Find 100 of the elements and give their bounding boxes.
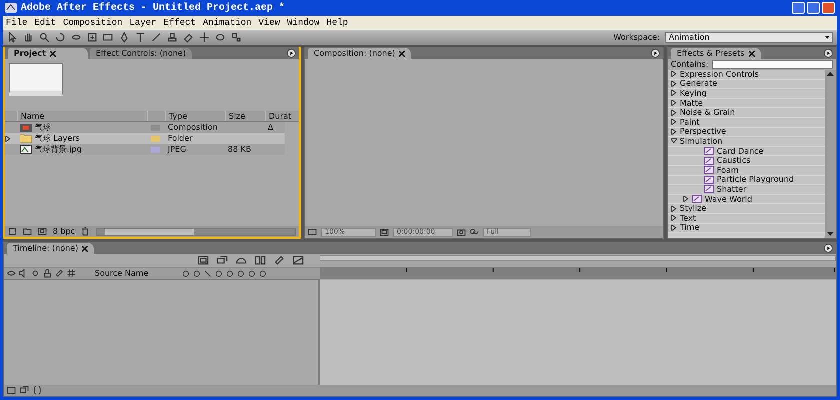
category-row[interactable]: Paint bbox=[668, 118, 825, 128]
close-icon[interactable] bbox=[82, 246, 88, 252]
column-header[interactable]: Name bbox=[17, 111, 147, 121]
preset-row[interactable]: Particle Playground bbox=[668, 176, 825, 186]
braces-icon[interactable] bbox=[33, 386, 42, 395]
camera-orbit-icon[interactable] bbox=[71, 32, 82, 43]
preset-row[interactable]: Foam bbox=[668, 166, 825, 176]
preset-row[interactable]: Card Dance bbox=[668, 146, 825, 156]
lock-icon[interactable] bbox=[43, 269, 52, 278]
slash-icon[interactable] bbox=[204, 270, 212, 278]
pill-icon[interactable] bbox=[274, 255, 285, 266]
panel-tab[interactable]: Project bbox=[8, 48, 88, 59]
menu-item[interactable]: Composition bbox=[63, 18, 123, 28]
preset-label: Caustics bbox=[717, 156, 751, 166]
type-cell-text: JPEG bbox=[166, 145, 188, 154]
panel-tab[interactable]: Effects & Presets bbox=[671, 48, 761, 59]
expand-triangle-icon[interactable] bbox=[671, 80, 677, 87]
category-row[interactable]: Expression Controls bbox=[668, 70, 825, 80]
scroll-down-icon[interactable] bbox=[826, 230, 835, 238]
panel-menu-icon[interactable] bbox=[824, 48, 833, 58]
expand-triangle-icon[interactable] bbox=[671, 100, 677, 106]
panel-menu-icon[interactable] bbox=[287, 48, 296, 58]
close-icon[interactable] bbox=[50, 50, 56, 56]
project-row[interactable]: 气球 Composition Δ bbox=[5, 122, 285, 133]
rotate-icon[interactable] bbox=[55, 32, 66, 43]
menu-item[interactable]: Effect bbox=[164, 18, 196, 28]
category-row[interactable]: Matte bbox=[668, 98, 825, 108]
expand-triangle-icon[interactable] bbox=[671, 110, 677, 116]
eye-icon[interactable] bbox=[7, 269, 16, 278]
dome-icon[interactable] bbox=[236, 255, 247, 266]
label-tag-icon[interactable] bbox=[55, 269, 64, 278]
zoom-icon[interactable] bbox=[39, 32, 50, 43]
column-header[interactable]: Size bbox=[225, 111, 265, 121]
category-label: Simulation bbox=[680, 136, 723, 146]
column-header[interactable]: Durat bbox=[265, 111, 295, 121]
preset-row[interactable]: Shatter bbox=[668, 185, 825, 195]
preset-row[interactable]: Wave World bbox=[668, 194, 825, 204]
stacked-layers-icon[interactable] bbox=[217, 255, 228, 266]
camera-icon[interactable] bbox=[457, 228, 466, 236]
expand-triangle-icon[interactable] bbox=[671, 90, 677, 96]
pen-icon[interactable] bbox=[119, 32, 130, 43]
category-row[interactable]: Time bbox=[668, 224, 825, 234]
expand-triangle-icon[interactable] bbox=[671, 128, 677, 135]
category-row[interactable]: Simulation bbox=[668, 137, 825, 147]
expand-triangle-icon[interactable] bbox=[671, 119, 677, 126]
horizontal-scrollbar[interactable] bbox=[96, 228, 296, 236]
expand-triangle-icon[interactable] bbox=[671, 215, 677, 222]
project-row[interactable]: 气球 Layers Folder bbox=[5, 133, 285, 144]
maximize-button[interactable] bbox=[807, 2, 820, 14]
category-row[interactable]: Stylize bbox=[668, 204, 825, 214]
menu-item[interactable]: Edit bbox=[34, 18, 56, 28]
hash-icon[interactable] bbox=[67, 269, 76, 278]
category-row[interactable]: Text bbox=[668, 214, 825, 224]
expand-triangle-icon[interactable] bbox=[671, 224, 677, 231]
expand-triangle-icon[interactable] bbox=[671, 71, 677, 78]
category-row[interactable]: Generate bbox=[668, 80, 825, 90]
preset-row[interactable]: Caustics bbox=[668, 156, 825, 166]
eraser-icon[interactable] bbox=[183, 32, 194, 43]
menu-item[interactable]: View bbox=[258, 18, 280, 28]
expand-triangle-icon[interactable] bbox=[683, 196, 689, 202]
category-row[interactable]: Keying bbox=[668, 89, 825, 99]
selection-arrow-icon[interactable] bbox=[7, 32, 18, 43]
menu-item[interactable]: Help bbox=[326, 18, 348, 28]
type-icon[interactable] bbox=[135, 32, 146, 43]
category-row[interactable]: Perspective bbox=[668, 128, 825, 138]
expand-triangle-icon[interactable] bbox=[5, 136, 11, 142]
film-frames-icon[interactable] bbox=[255, 255, 266, 266]
menu-item[interactable]: Window bbox=[287, 18, 320, 28]
new-folder-icon[interactable] bbox=[23, 227, 32, 236]
close-button[interactable] bbox=[822, 2, 835, 14]
column-header[interactable]: Source Name bbox=[95, 269, 149, 278]
collapse-triangle-icon[interactable] bbox=[671, 138, 677, 144]
close-icon[interactable] bbox=[399, 50, 406, 56]
panel-tab[interactable]: Effect Controls: (none) bbox=[90, 48, 192, 59]
project-row[interactable]: 气球背景.jpg JPEG 88 KB bbox=[5, 144, 285, 155]
menu-item[interactable]: File bbox=[6, 18, 28, 28]
panel-tab[interactable]: Composition: (none) bbox=[308, 48, 412, 59]
menu-item[interactable]: Layer bbox=[130, 18, 157, 28]
rectangle-icon[interactable] bbox=[103, 32, 114, 43]
close-icon[interactable] bbox=[748, 50, 755, 56]
menu-item[interactable]: Animation bbox=[203, 18, 252, 28]
hand-icon[interactable] bbox=[23, 32, 34, 43]
workspace-dropdown[interactable]: Animation bbox=[665, 32, 833, 43]
category-row[interactable]: Noise & Grain bbox=[668, 108, 825, 118]
window-title: Adobe After Effects - Untitled Project.aep * bbox=[21, 2, 286, 14]
solo-icon[interactable] bbox=[31, 269, 40, 278]
graph-editor-icon[interactable] bbox=[293, 255, 304, 266]
vertical-scrollbar[interactable] bbox=[825, 70, 836, 238]
minimize-button[interactable] bbox=[792, 2, 805, 14]
monitor-icon[interactable] bbox=[308, 228, 317, 236]
search-field[interactable] bbox=[712, 60, 833, 69]
clone-stamp-icon[interactable] bbox=[167, 32, 178, 43]
bit-depth-label[interactable]: 8 bpc bbox=[53, 227, 76, 236]
safe-margins-icon[interactable] bbox=[380, 228, 389, 236]
column-header[interactable]: Type bbox=[165, 111, 225, 121]
panel-menu-icon[interactable] bbox=[651, 48, 660, 58]
trash-icon[interactable] bbox=[81, 227, 90, 236]
expand-triangle-icon[interactable] bbox=[671, 206, 677, 212]
panel-tab[interactable]: Timeline: (none) bbox=[7, 243, 94, 254]
panel-menu-icon[interactable] bbox=[824, 244, 833, 252]
